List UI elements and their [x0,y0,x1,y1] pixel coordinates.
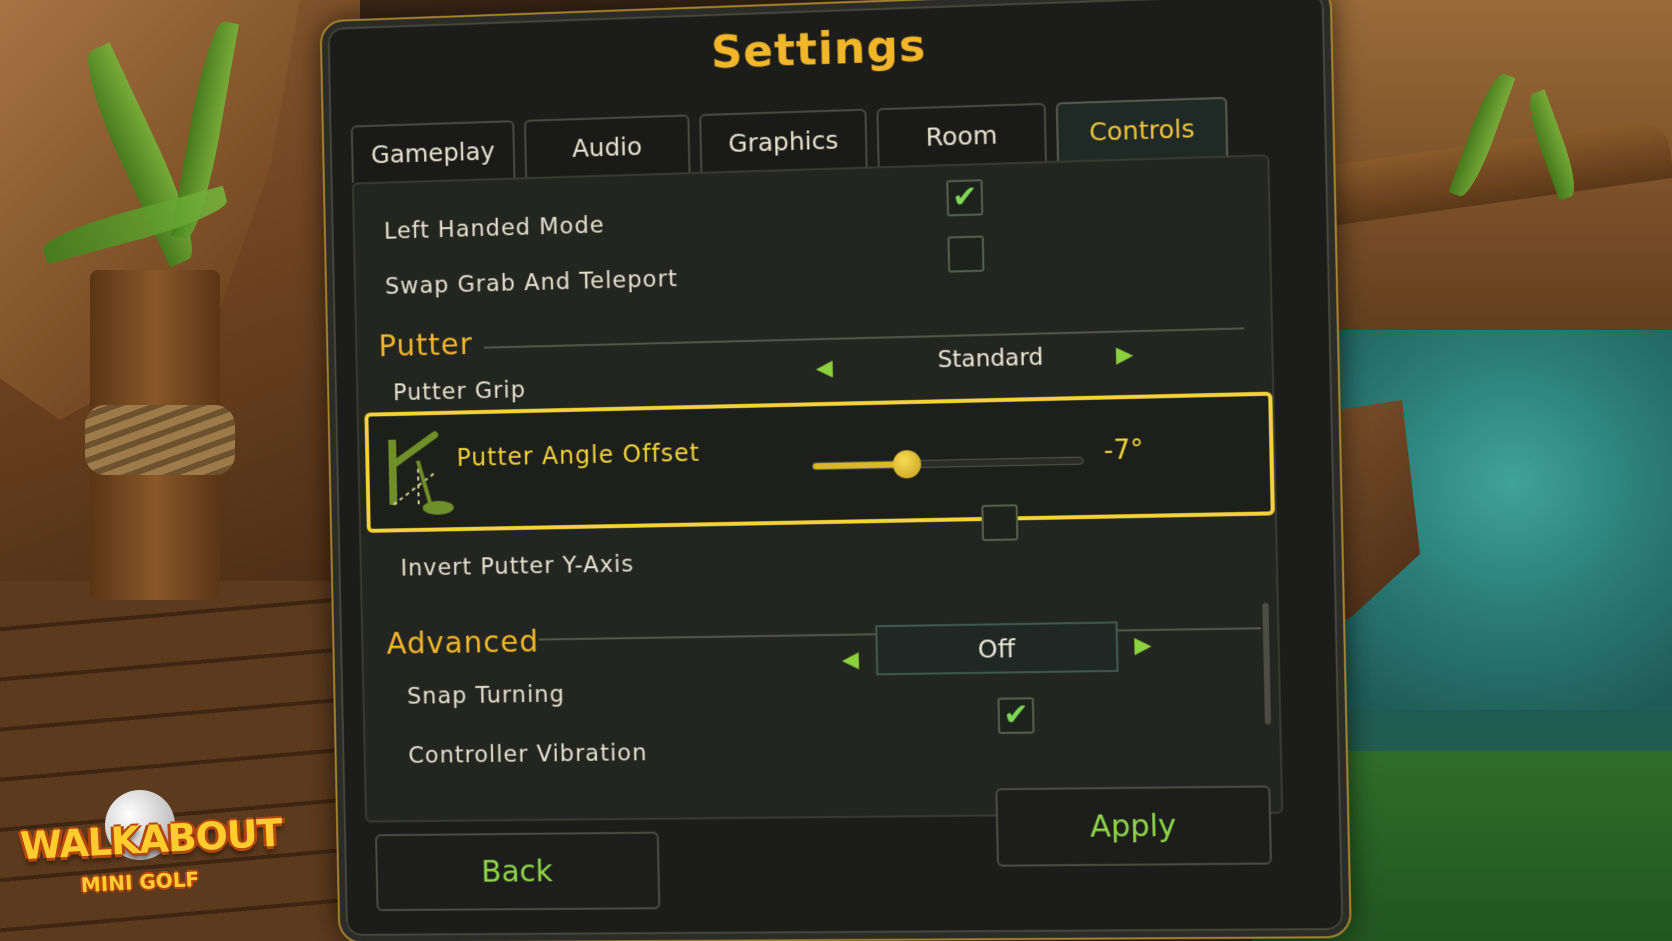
invert-putter-y-label: Invert Putter Y-Axis [400,551,635,582]
putter-icon [380,424,454,516]
logo-title: WALKABOUT [19,810,283,869]
putter-grip-label: Putter Grip [392,377,527,407]
arrow-right-icon[interactable]: ▶ [1116,342,1134,368]
game-logo: WALKABOUT MINI GOLF [19,790,283,910]
slider-thumb[interactable] [892,449,922,479]
settings-panel: Settings Gameplay Audio Graphics Room Co… [319,0,1352,941]
tab-audio[interactable]: Audio [523,114,691,178]
check-icon: ✔ [1002,697,1030,733]
apply-button[interactable]: Apply [995,785,1273,867]
tab-gameplay[interactable]: Gameplay [350,120,516,183]
tab-controls[interactable]: Controls [1055,96,1229,161]
snap-turning-label: Snap Turning [406,681,566,710]
settings-content: Left Handed Mode ✔ Swap Grab And Telepor… [351,154,1284,823]
putter-angle-offset-row[interactable]: Putter Angle Offset -7° [364,391,1275,533]
putter-grip-value: Standard [937,344,1044,374]
putter-angle-value: -7° [1103,435,1144,467]
back-button[interactable]: Back [375,831,661,912]
arrow-right-icon[interactable]: ▶ [1134,633,1152,659]
scrollbar[interactable] [1262,602,1272,725]
putter-section-title: Putter [378,327,474,365]
arrow-left-icon[interactable]: ◀ [842,648,859,673]
swap-grab-teleport-label: Swap Grab And Teleport [384,266,679,300]
controller-vibration-checkbox[interactable]: ✔ [997,697,1035,734]
panel-title: Settings [710,20,927,79]
logo-subtitle: MINI GOLF [80,866,200,898]
left-handed-mode-label: Left Handed Mode [383,212,605,245]
putter-angle-offset-label: Putter Angle Offset [456,438,701,472]
invert-putter-y-checkbox[interactable] [981,504,1019,542]
tab-graphics[interactable]: Graphics [699,108,868,172]
left-handed-mode-checkbox[interactable]: ✔ [946,179,984,217]
swap-grab-teleport-checkbox[interactable] [947,235,985,273]
advanced-section-title: Advanced [386,624,540,662]
arrow-left-icon[interactable]: ◀ [816,356,833,381]
tab-room[interactable]: Room [876,102,1047,167]
controller-vibration-label: Controller Vibration [408,740,648,769]
snap-turning-select[interactable]: Off [875,621,1119,676]
check-icon: ✔ [951,179,978,216]
putter-angle-slider[interactable] [811,449,1084,479]
background-rope [85,405,235,475]
